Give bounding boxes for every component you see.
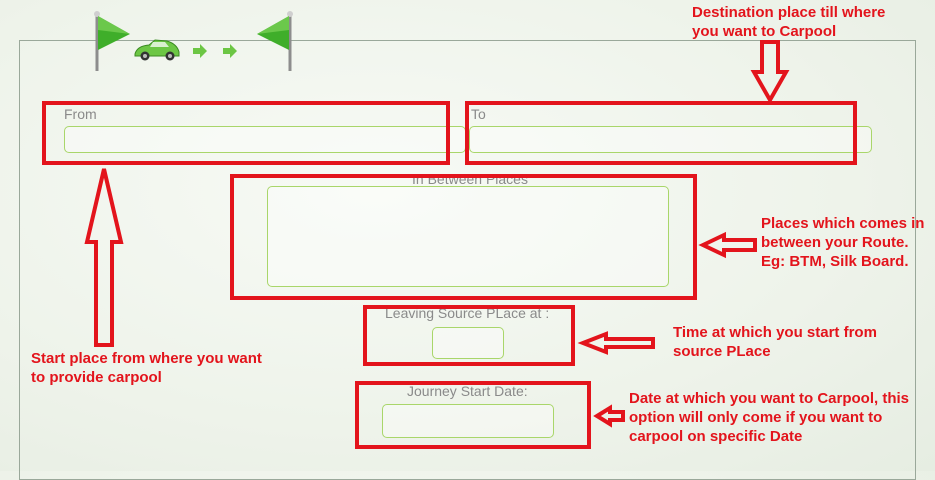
date-annotation: Date at which you want to Carpool, this …	[629, 390, 910, 445]
places-between-annotation: Places which comes in between your Route…	[761, 215, 925, 270]
start-place-annotation: Start place from where you want to provi…	[31, 350, 262, 386]
arrow-left-icon	[577, 331, 655, 355]
arrow-down-icon	[750, 40, 790, 105]
arrow-right-icon	[223, 44, 237, 58]
start-flag-icon	[94, 11, 130, 71]
in-between-highlight-box	[230, 174, 697, 300]
destination-annotation: Destination place till where you want to…	[692, 4, 886, 40]
from-highlight-box	[42, 101, 450, 165]
arrow-left-icon	[593, 404, 625, 428]
journey-date-highlight-box	[355, 381, 591, 449]
end-flag-icon	[257, 11, 293, 71]
arrow-right-icon	[193, 44, 207, 58]
arrow-up-icon	[84, 168, 124, 347]
time-annotation: Time at which you start from source PLac…	[673, 324, 877, 360]
car-icon	[134, 39, 180, 61]
to-highlight-box	[465, 101, 857, 165]
arrow-left-icon	[698, 231, 757, 259]
leaving-time-highlight-box	[363, 305, 575, 366]
